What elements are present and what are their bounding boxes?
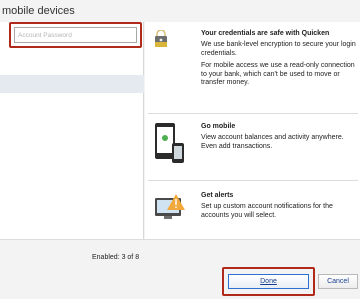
done-highlight: Done (222, 267, 315, 296)
alert-icon (154, 192, 186, 227)
mobile-line1: View account balances and activity anywh… (201, 134, 344, 142)
alerts-title: Get alerts (201, 192, 234, 199)
done-button[interactable]: Done (228, 274, 309, 289)
security-line1: We use bank-level encryption to secure y… (201, 41, 356, 57)
password-highlight (9, 22, 142, 48)
enabled-count: Enabled: 3 of 8 (92, 254, 140, 261)
cancel-button[interactable]: Cancel (318, 274, 358, 289)
mobile-title: Go mobile (201, 123, 236, 130)
footer-bar (0, 239, 360, 269)
divider (148, 113, 358, 114)
mobile-text: Go mobile View account balances and acti… (201, 123, 357, 151)
account-list-panel (0, 22, 144, 239)
security-title: Your credentials are safe with Quicken (201, 30, 330, 37)
phone-icon (155, 123, 185, 170)
page-title: mobile devices (2, 5, 75, 17)
lock-icon (152, 29, 170, 55)
security-text: Your credentials are safe with Quicken W… (201, 30, 357, 91)
divider (148, 180, 358, 181)
selected-account-row[interactable] (0, 75, 144, 93)
alerts-text: Get alerts Set up custom account notific… (201, 192, 357, 220)
account-password-input[interactable] (14, 27, 137, 43)
mobile-line2: Even add transactions. (201, 142, 273, 150)
security-line2: For mobile access we use a read-only con… (201, 62, 355, 87)
info-panel: Your credentials are safe with Quicken W… (145, 22, 360, 239)
alerts-line1: Set up custom account notifications for … (201, 203, 333, 219)
